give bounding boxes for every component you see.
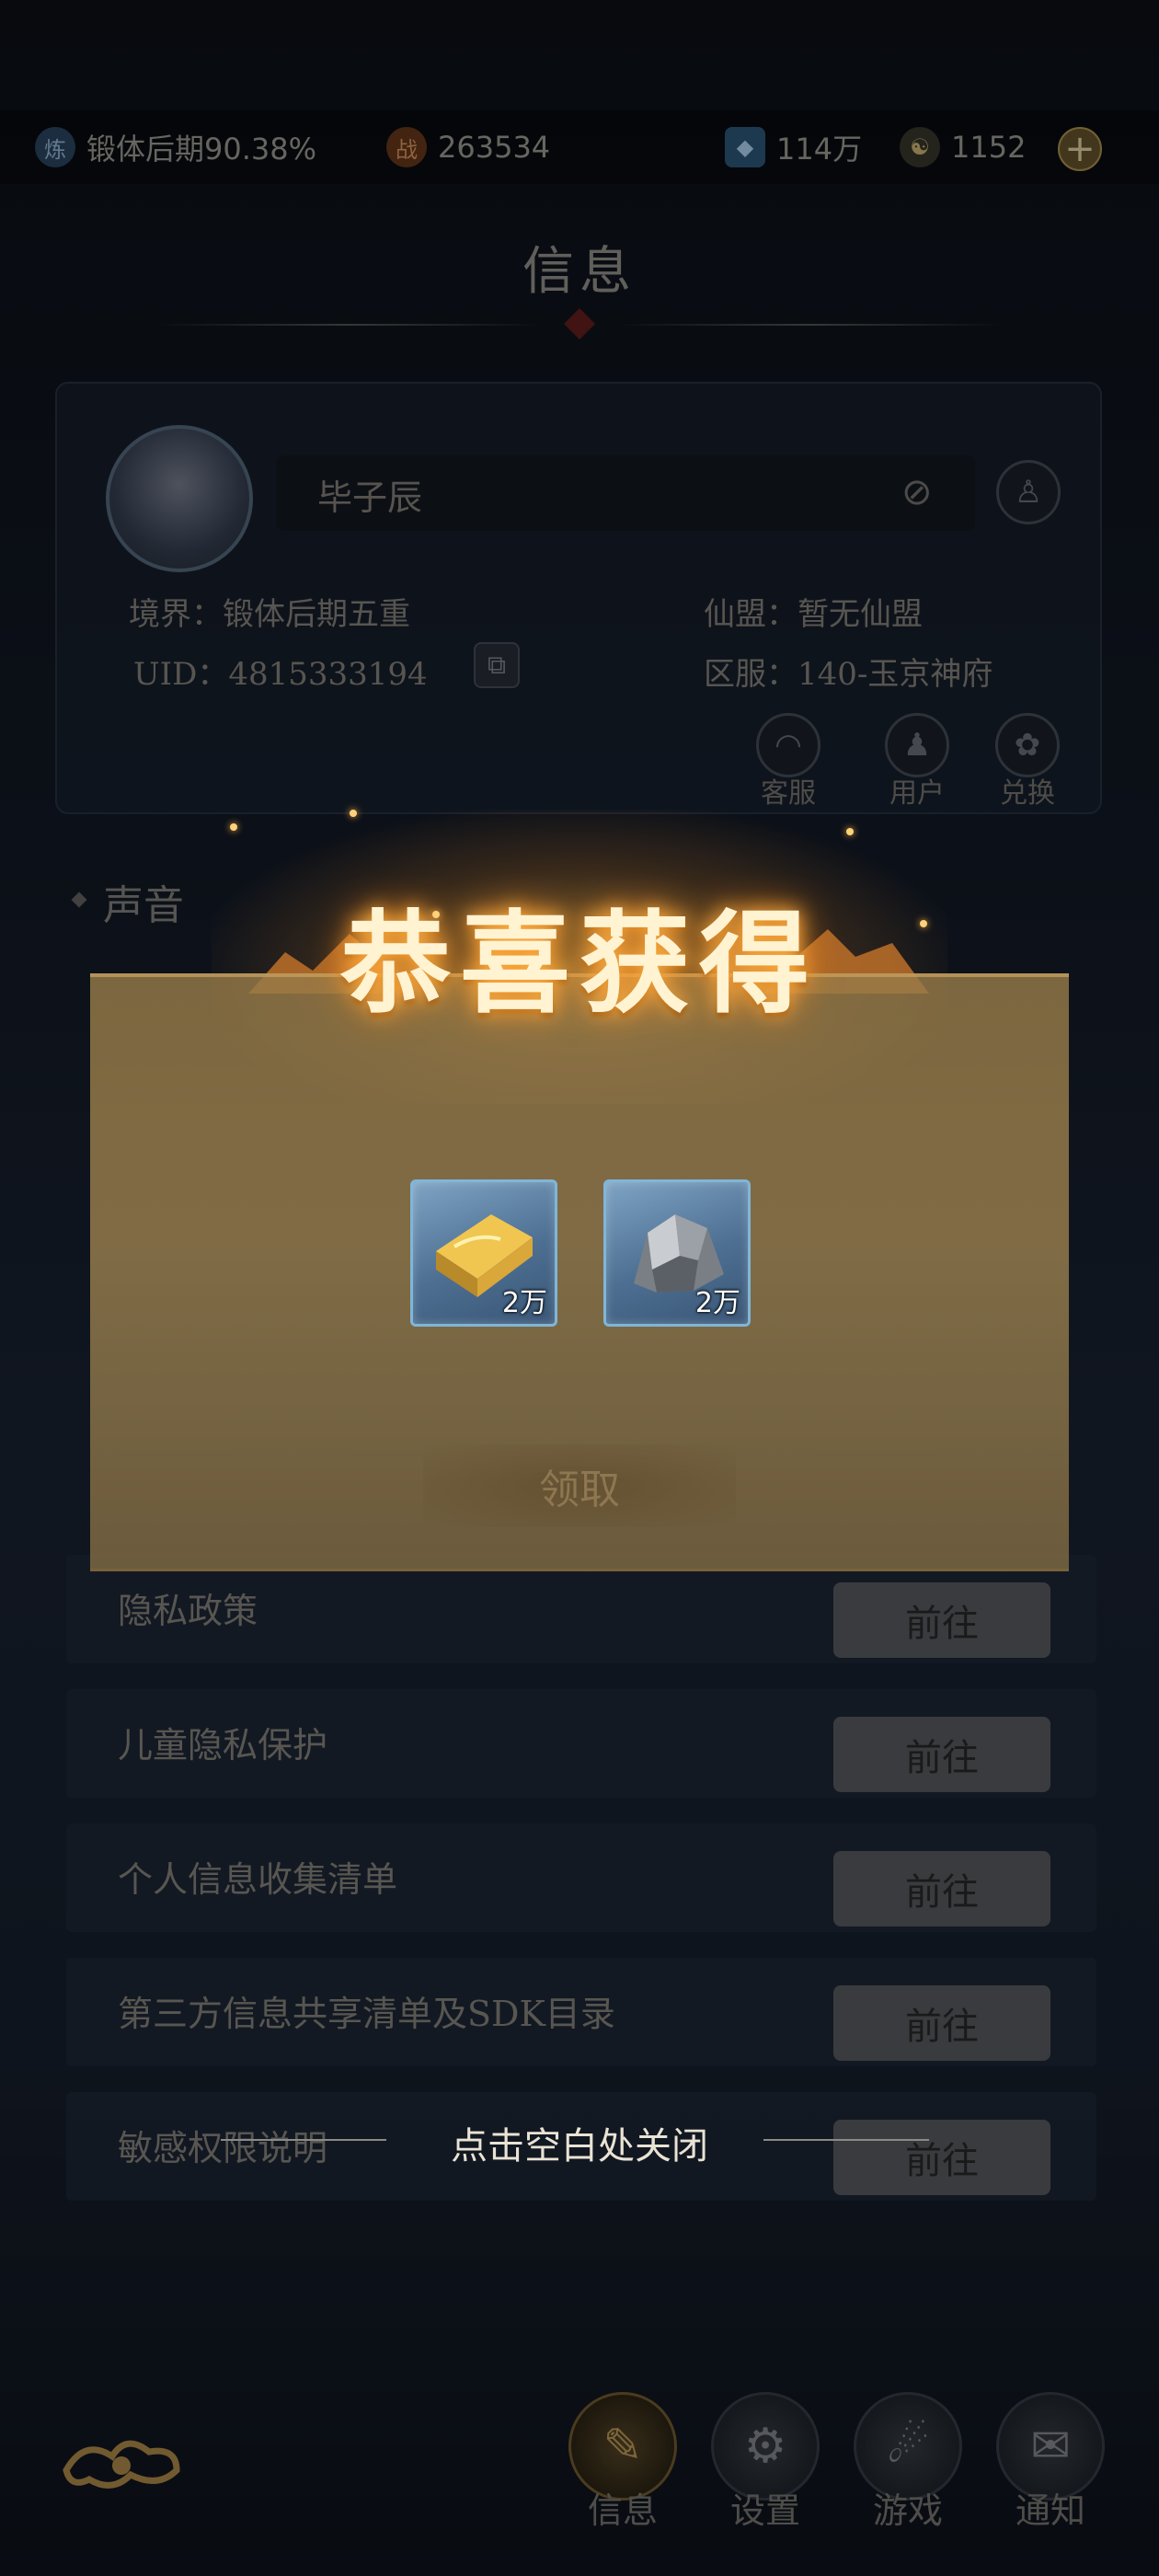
reward-item-quantity: 2万 <box>501 1287 547 1319</box>
reward-item-quantity: 2万 <box>694 1287 740 1319</box>
claim-button[interactable]: 领取 <box>423 1444 736 1527</box>
sparkle <box>432 911 440 918</box>
sparkle <box>230 823 237 831</box>
sparkle <box>350 810 357 817</box>
sparkle <box>920 920 927 927</box>
reward-title: 恭喜获得 <box>340 899 819 1029</box>
close-hint: 点击空白处关闭 <box>451 2125 708 2168</box>
reward-item-card[interactable]: 2万 <box>603 1179 751 1327</box>
reward-item-card[interactable]: 2万 <box>410 1179 557 1327</box>
sparkle <box>846 828 854 835</box>
